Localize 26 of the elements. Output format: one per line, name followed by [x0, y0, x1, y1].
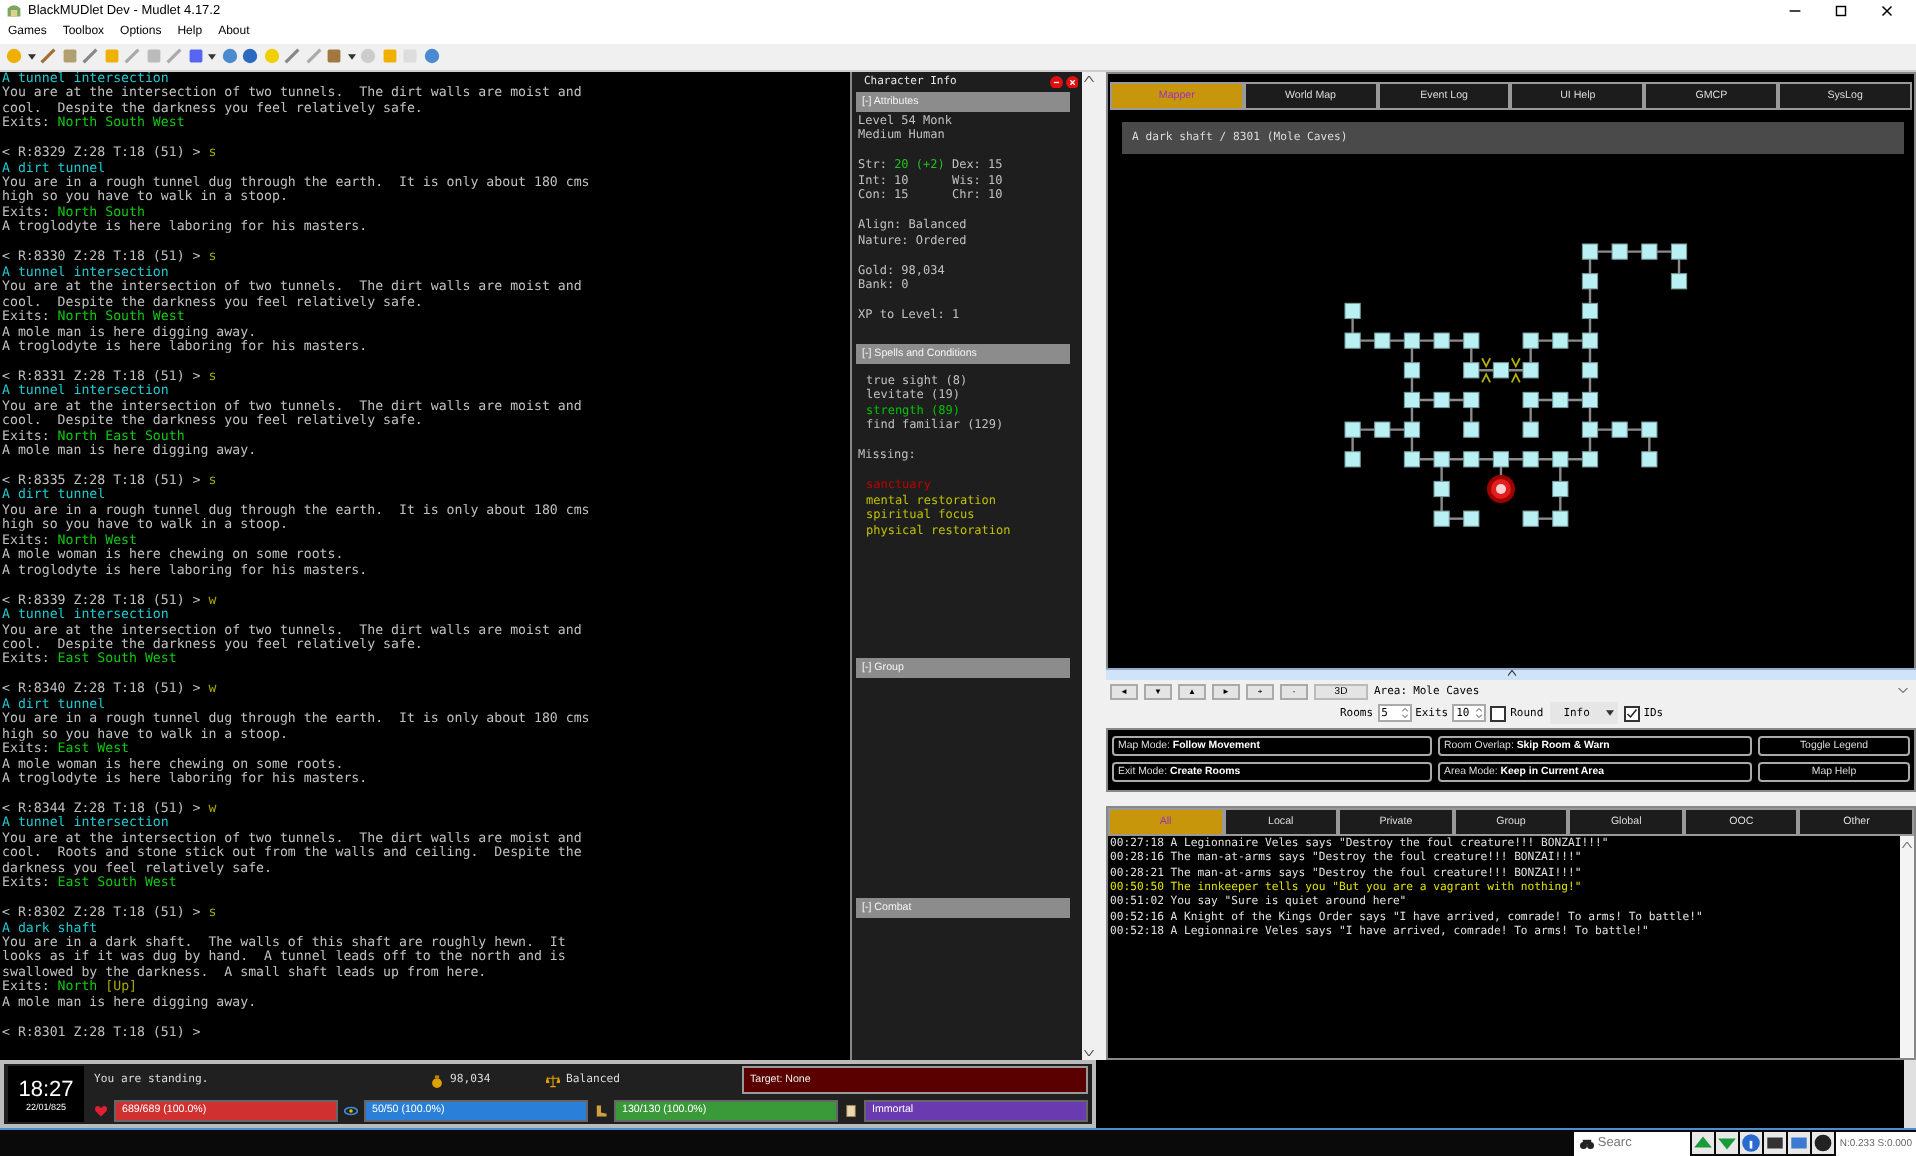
card-icon[interactable] — [1763, 1132, 1786, 1154]
maximize-icon[interactable] — [1832, 1, 1850, 20]
checkbox[interactable] — [1623, 705, 1640, 722]
scrollbar[interactable] — [1900, 835, 1914, 1059]
scales-icon — [546, 1073, 560, 1088]
heart-icon — [94, 1103, 108, 1118]
caret-icon[interactable] — [347, 53, 355, 60]
minimize-icon[interactable] — [1050, 75, 1063, 89]
boot-icon — [594, 1103, 608, 1118]
swirl-icon — [344, 1103, 358, 1118]
close-icon[interactable] — [1878, 1, 1896, 20]
clock-time: 18:27 — [18, 1077, 74, 1102]
scroll-icon — [844, 1103, 858, 1118]
money-bag-icon — [430, 1073, 444, 1088]
info-icon[interactable] — [1739, 1132, 1762, 1154]
caret-icon[interactable] — [208, 53, 216, 60]
scrollbar[interactable] — [1082, 71, 1096, 1061]
caret-icon[interactable] — [1605, 710, 1614, 717]
binoculars-icon — [1579, 1137, 1594, 1149]
app-icon — [6, 2, 22, 19]
close-icon[interactable] — [1065, 75, 1078, 89]
checkbox[interactable] — [1490, 705, 1507, 722]
caret-icon[interactable] — [27, 53, 35, 60]
map-drawing[interactable] — [1344, 243, 1688, 527]
caret-icon[interactable] — [1507, 669, 1515, 676]
splitter-handle[interactable] — [1096, 71, 1106, 1061]
